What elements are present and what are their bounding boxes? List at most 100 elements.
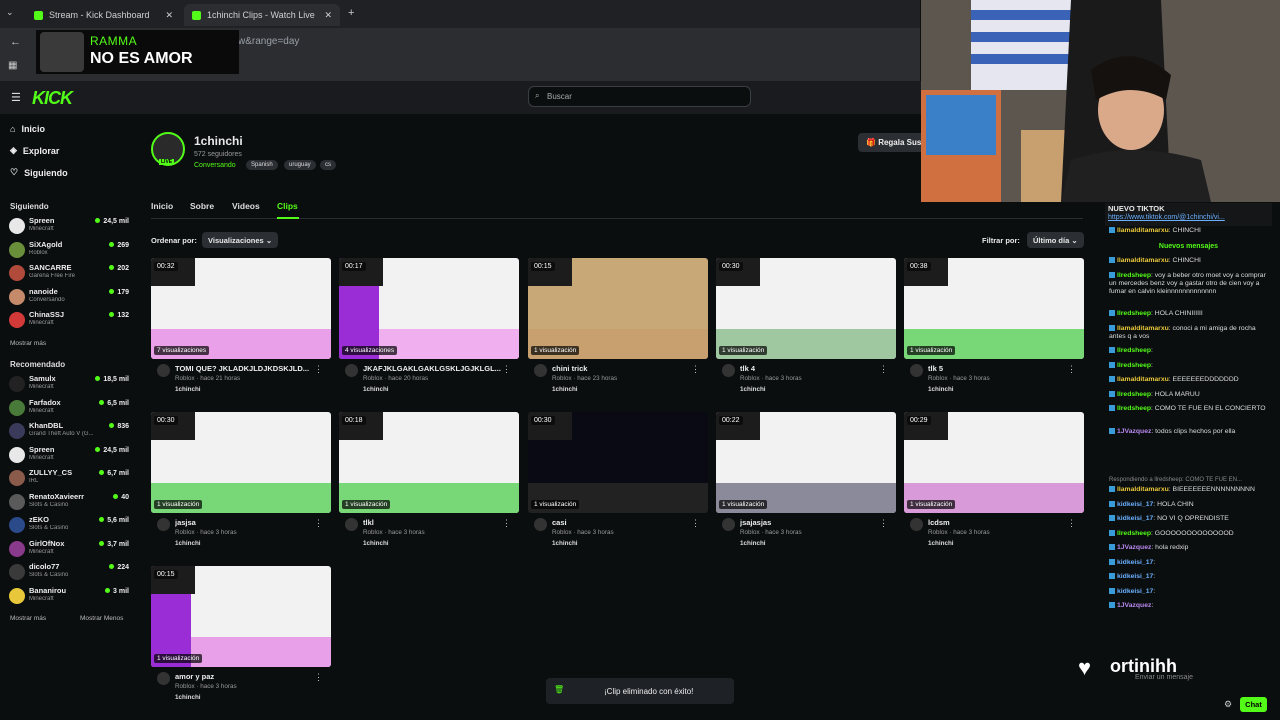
chat-username[interactable]: llamalditamarxu: [1117, 376, 1169, 383]
nav-siguiendo[interactable]: ♡ Siguiendo: [10, 167, 68, 178]
chat-username[interactable]: kidkeisi_17: [1117, 515, 1153, 522]
clip-thumbnail[interactable]: 00:15 1 visualización: [528, 258, 708, 359]
chat-username[interactable]: llredsheep: [1117, 530, 1151, 537]
chat-message[interactable]: kidkeisi_17: HOLA CHIN: [1109, 501, 1271, 509]
more-options-icon[interactable]: ⋮: [1067, 518, 1076, 529]
clip-title[interactable]: JKAFJKLGAKLGAKLGSKLJGJKLGL...: [363, 364, 503, 373]
more-options-icon[interactable]: ⋮: [691, 364, 700, 375]
close-tab-icon[interactable]: ✕: [165, 10, 173, 21]
chat-message[interactable]: llredsheep: HOLA CHINIIIIII: [1109, 310, 1271, 318]
clip-channel[interactable]: 1chinchi: [175, 540, 201, 547]
clip-channel[interactable]: 1chinchi: [740, 386, 766, 393]
chat-message[interactable]: llredsheep: HOLA MARUU: [1109, 391, 1271, 399]
show-less-recommended[interactable]: Mostrar Menos: [80, 615, 123, 622]
chat-username[interactable]: kidkeisi_17: [1117, 588, 1153, 595]
clip-channel[interactable]: 1chinchi: [928, 386, 954, 393]
recommended-item[interactable]: GirlOfNox Minecraft 3,7 mil: [9, 539, 129, 561]
nav-explorar[interactable]: ◈ Explorar: [10, 145, 59, 156]
chat-username[interactable]: llredsheep: [1117, 310, 1151, 317]
hamburger-menu-icon[interactable]: ☰: [11, 91, 21, 104]
chat-message[interactable]: llredsheep: COMO TE FUE EN EL CONCIERTO: [1109, 405, 1271, 413]
recommended-item[interactable]: dicolo77 Slots & Casino 224: [9, 562, 129, 584]
chat-username[interactable]: kidkeisi_17: [1117, 501, 1153, 508]
chat-message[interactable]: llredsheep:: [1109, 347, 1271, 355]
chat-username[interactable]: llredsheep: [1117, 362, 1151, 369]
clip-title[interactable]: TOMI QUE? JKLADKJLDJKDSKJLD...: [175, 364, 315, 373]
clip-channel[interactable]: 1chinchi: [175, 386, 201, 393]
clip-card[interactable]: 00:18 1 visualización tlkl Roblox · hace 3 …: [339, 412, 519, 552]
clip-card[interactable]: 00:38 1 visualización tlk 5 Roblox · hace 3…: [904, 258, 1084, 398]
chat-username[interactable]: kidkeisi_17: [1117, 559, 1153, 566]
following-item[interactable]: Spreen Minecraft 24,5 mil: [9, 216, 129, 238]
chat-username[interactable]: llredsheep: [1117, 391, 1151, 398]
tag-spanish[interactable]: Spanish: [246, 160, 278, 170]
avatar[interactable]: [345, 518, 358, 531]
clip-channel[interactable]: 1chinchi: [363, 540, 389, 547]
more-options-icon[interactable]: ⋮: [1067, 364, 1076, 375]
apps-icon[interactable]: ▦: [8, 60, 17, 71]
clip-title[interactable]: amor y paz: [175, 672, 315, 681]
new-tab-icon[interactable]: +: [348, 7, 354, 19]
recommended-item[interactable]: zEKO Slots & Casino 5,6 mil: [9, 515, 129, 537]
chat-username[interactable]: kidkeisi_17: [1117, 573, 1153, 580]
chat-message[interactable]: llredsheep:: [1109, 362, 1271, 370]
show-more-following[interactable]: Mostrar más: [10, 340, 46, 347]
avatar[interactable]: [534, 364, 547, 377]
clip-thumbnail[interactable]: 00:38 1 visualización: [904, 258, 1084, 359]
gift-sub-button[interactable]: 🎁 Regala Sus: [858, 133, 930, 152]
clip-thumbnail[interactable]: 00:22 1 visualización: [716, 412, 896, 513]
clip-title[interactable]: tlk 4: [740, 364, 880, 373]
channel-name[interactable]: 1chinchi: [194, 134, 243, 148]
clip-card[interactable]: 00:30 1 visualización casi Roblox · hace 3 …: [528, 412, 708, 552]
browser-tab-dashboard[interactable]: Stream - Kick Dashboard ✕: [26, 4, 181, 26]
avatar[interactable]: [534, 518, 547, 531]
chat-input[interactable]: Enviar un mensaje: [1105, 670, 1272, 687]
tab-menu-icon[interactable]: ⌄: [6, 7, 14, 18]
clip-card[interactable]: 00:30 1 visualización jasjsa Roblox · hace …: [151, 412, 331, 552]
avatar[interactable]: [722, 364, 735, 377]
following-item[interactable]: SANCARRE Garena Free Fire 202: [9, 263, 129, 285]
chat-message[interactable]: 1JVazquez:: [1109, 602, 1271, 610]
clip-title[interactable]: jsajasjas: [740, 518, 880, 527]
chat-username[interactable]: llredsheep: [1117, 405, 1151, 412]
following-item[interactable]: nanoide Conversando 179: [9, 287, 129, 309]
clip-title[interactable]: casi: [552, 518, 692, 527]
recommended-item[interactable]: KhanDBL Grand Theft Auto V (G... 836: [9, 421, 129, 443]
chat-message[interactable]: llamalditamarxu: CHINCHI: [1109, 227, 1271, 235]
more-options-icon[interactable]: ⋮: [502, 364, 511, 375]
clip-thumbnail[interactable]: 00:30 1 visualización: [716, 258, 896, 359]
clip-title[interactable]: jasjsa: [175, 518, 315, 527]
clip-thumbnail[interactable]: 00:30 1 visualización: [151, 412, 331, 513]
chat-username[interactable]: 1JVazquez: [1117, 602, 1151, 609]
recommended-item[interactable]: RenatoXavieerr Slots & Casino 40: [9, 492, 129, 514]
pinned-message[interactable]: NUEVO TIKTOK https://www.tiktok.com/@1ch…: [1105, 203, 1272, 226]
more-options-icon[interactable]: ⋮: [314, 364, 323, 375]
chat-username[interactable]: llamalditamarxu: [1117, 486, 1169, 493]
clip-channel[interactable]: 1chinchi: [363, 386, 389, 393]
chat-message[interactable]: llamalditamarxu: EEEEEEEDDDDDDD: [1109, 376, 1271, 384]
avatar[interactable]: [157, 672, 170, 685]
filter-select[interactable]: Último día ⌄: [1027, 232, 1084, 248]
avatar[interactable]: [910, 364, 923, 377]
following-item[interactable]: ChinaSSJ Minecraft 132: [9, 310, 129, 332]
settings-icon[interactable]: ⚙: [1224, 699, 1232, 710]
avatar[interactable]: [345, 364, 358, 377]
recommended-item[interactable]: Samulx Minecraft 18,5 mil: [9, 374, 129, 396]
clip-channel[interactable]: 1chinchi: [740, 540, 766, 547]
chat-message[interactable]: kidkeisi_17:: [1109, 559, 1271, 567]
avatar[interactable]: [722, 518, 735, 531]
following-item[interactable]: SiXAgold Roblox 269: [9, 240, 129, 262]
chat-username[interactable]: llamalditamarxu: [1117, 257, 1169, 264]
tab-sobre[interactable]: Sobre: [190, 201, 214, 211]
clip-card[interactable]: 00:29 1 visualización lcdsm Roblox · hace 3…: [904, 412, 1084, 552]
clip-card[interactable]: 00:15 1 visualización chini trick Roblox · …: [528, 258, 708, 398]
clip-card[interactable]: 00:30 1 visualización tlk 4 Roblox · hace 3…: [716, 258, 896, 398]
chat-message[interactable]: llamalditamarxu: CHINCHI: [1109, 257, 1271, 265]
avatar[interactable]: [157, 518, 170, 531]
chat-username[interactable]: llredsheep: [1117, 347, 1151, 354]
clip-thumbnail[interactable]: 00:30 1 visualización: [528, 412, 708, 513]
search-input[interactable]: ⌕ Buscar: [528, 86, 751, 107]
chat-message[interactable]: llredsheep: GOOOOOOOOOOOOOD: [1109, 530, 1271, 538]
more-options-icon[interactable]: ⋮: [879, 518, 888, 529]
chat-username[interactable]: llamalditamarxu: [1117, 227, 1169, 234]
